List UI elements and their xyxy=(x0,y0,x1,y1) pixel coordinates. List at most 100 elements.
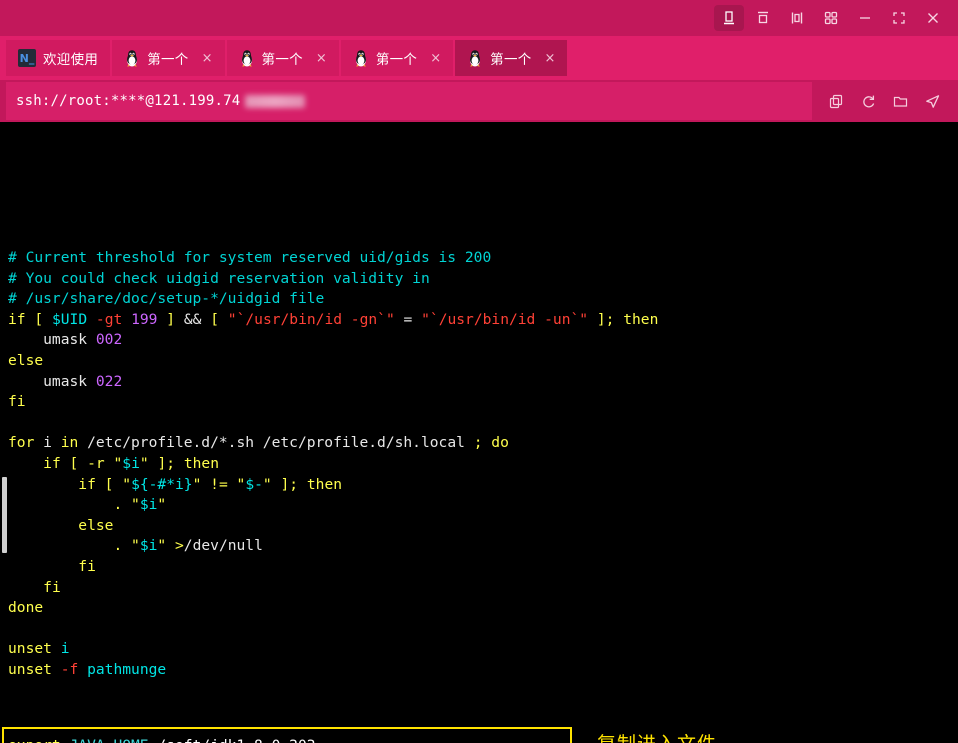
terminal-token: "`/usr/bin/id -un`" xyxy=(421,310,589,328)
tab-0[interactable]: N_ 欢迎使用 xyxy=(6,40,111,76)
layout-vertical-split-button[interactable] xyxy=(782,5,812,31)
terminal-line: for i in /etc/profile.d/*.sh /etc/profil… xyxy=(8,433,658,454)
terminal-token: # /usr/share/doc/setup-*/uidgid file xyxy=(8,290,325,308)
terminal-token: unset xyxy=(8,660,52,678)
terminal-line: # You could check uidgid reservation val… xyxy=(8,269,658,290)
send-command-icon xyxy=(925,94,939,108)
terminal-line: # /usr/share/doc/setup-*/uidgid file xyxy=(8,289,658,310)
terminal-token: " xyxy=(157,537,167,555)
redacted-host-blur xyxy=(245,94,306,108)
terminal-token: # You could check uidgid reservation val… xyxy=(8,269,430,287)
tab-label: 欢迎使用 xyxy=(43,52,99,68)
file-manager-button[interactable] xyxy=(886,87,914,115)
terminal-token: && xyxy=(183,310,202,328)
terminal-token: fi xyxy=(78,557,96,575)
tab-label: 第一个 xyxy=(490,52,532,68)
terminal-token: [ xyxy=(34,310,44,328)
terminal-token: fi xyxy=(43,578,61,596)
maximize-button[interactable] xyxy=(884,5,914,31)
terminal-token: umask xyxy=(8,372,96,390)
terminal-token: $i xyxy=(139,496,158,514)
terminal-token: /etc/profile.d/*.sh /etc/profile.d/sh.lo… xyxy=(78,434,474,452)
terminal-token: pathmunge xyxy=(87,660,167,678)
terminal-token: for xyxy=(8,434,35,452)
terminal-line: fi xyxy=(8,557,658,578)
tab-close-icon[interactable]: × xyxy=(545,51,556,66)
tab-label: 第一个 xyxy=(261,52,303,68)
terminal-viewport[interactable]: # Current threshold for system reserved … xyxy=(0,122,958,743)
terminal-token: > xyxy=(175,537,184,555)
tab-2[interactable]: 第一个 × xyxy=(226,40,339,76)
layout-vertical-icon xyxy=(791,12,803,24)
terminal-scrollbar-thumb[interactable] xyxy=(2,477,7,553)
terminal-line: fi xyxy=(8,578,658,599)
terminal-line: # Current threshold for system reserved … xyxy=(8,248,658,269)
layout-horizontal-split-button[interactable] xyxy=(748,5,778,31)
terminal-token: " xyxy=(157,496,167,514)
tab-3[interactable]: 第一个 × xyxy=(340,40,454,76)
terminal-token: ] xyxy=(166,310,176,328)
terminal-token: do xyxy=(491,434,509,452)
reconnect-button[interactable] xyxy=(854,87,882,115)
terminal-token: $- xyxy=(245,475,263,493)
linux-penguin-icon xyxy=(127,50,138,67)
ssh-address-input[interactable]: ssh://root:****@121.199.74 xyxy=(6,82,812,120)
duplicate-session-icon xyxy=(829,94,842,108)
send-command-button[interactable] xyxy=(918,87,946,115)
tab-close-icon[interactable]: × xyxy=(316,51,327,66)
maximize-icon xyxy=(893,12,905,24)
tab-close-icon[interactable]: × xyxy=(430,51,441,66)
annotation-label: 复制进入文件 xyxy=(597,729,717,743)
terminal-token: " xyxy=(113,454,123,472)
terminal-token: # Current threshold for system reserved … xyxy=(8,249,492,266)
terminal-token: done xyxy=(8,599,44,617)
layout-grid-button[interactable] xyxy=(816,5,846,31)
terminal-token: " xyxy=(131,496,140,514)
terminal-token: -r xyxy=(87,454,105,472)
terminal-token: i xyxy=(60,640,70,658)
terminal-token: 002 xyxy=(95,331,123,349)
duplicate-session-button[interactable] xyxy=(822,87,850,115)
address-bar: ssh://root:****@121.199.74 xyxy=(0,80,958,122)
terminal-text-content: # Current threshold for system reserved … xyxy=(8,248,658,680)
tab-4[interactable]: 第一个 × xyxy=(455,40,568,76)
terminal-line: done xyxy=(8,598,658,619)
terminal-token: then xyxy=(623,310,659,328)
terminal-line: else xyxy=(8,351,658,372)
minimize-button[interactable] xyxy=(850,5,880,31)
terminal-token: -f xyxy=(60,660,79,678)
close-button[interactable] xyxy=(918,5,948,31)
terminal-token: $i xyxy=(122,454,140,472)
terminal-token: $i xyxy=(139,537,158,555)
terminal-line: umask 002 xyxy=(8,330,658,351)
terminal-token: -gt xyxy=(95,310,123,328)
terminal-line: umask 022 xyxy=(8,372,658,393)
reconnect-icon xyxy=(862,95,874,107)
terminal-token: " xyxy=(139,454,149,472)
terminal-line: if [ -r "$i" ]; then xyxy=(8,454,658,475)
tab-close-icon[interactable]: × xyxy=(202,51,213,66)
terminal-line: . "$i" xyxy=(8,495,658,516)
tab-1[interactable]: 第一个 × xyxy=(112,40,225,76)
terminal-token: /soft/jdk1.8.0_202 xyxy=(157,737,315,743)
layout-single-button[interactable] xyxy=(714,5,744,31)
